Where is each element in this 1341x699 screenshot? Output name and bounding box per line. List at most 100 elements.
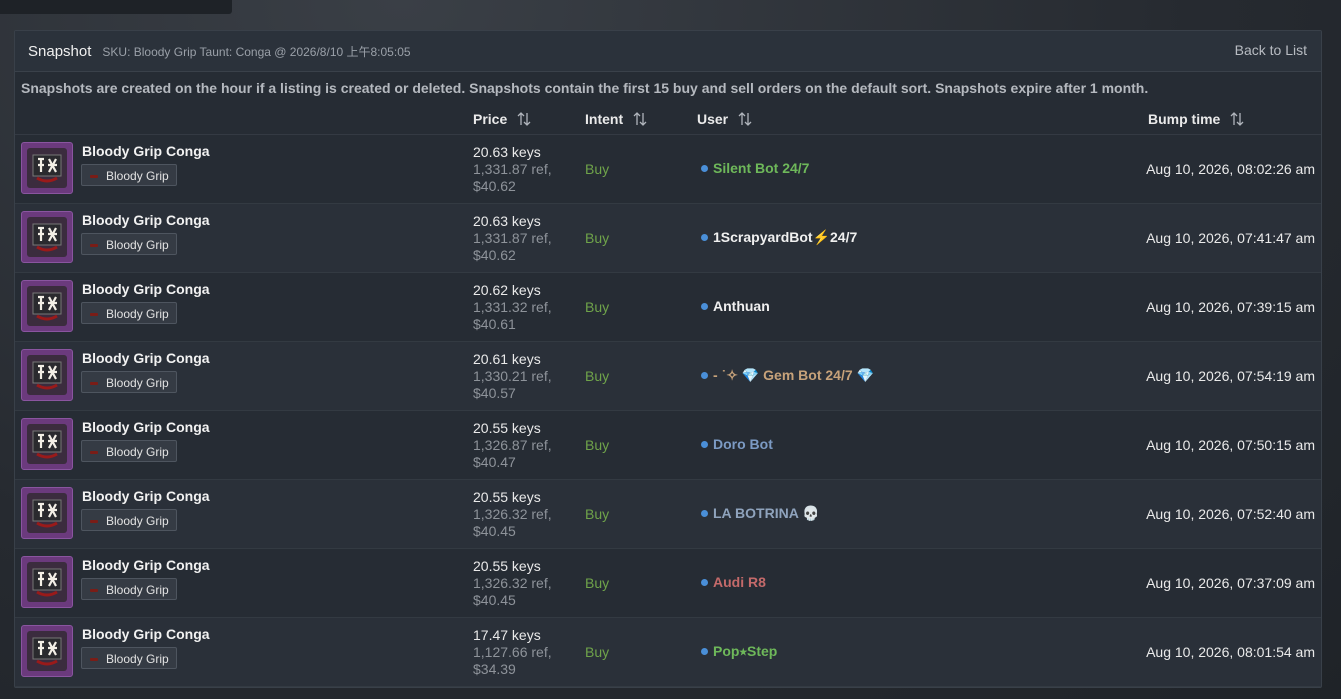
table-row[interactable]: Bloody Grip Conga Bloody Grip 20.55 keys… — [15, 411, 1321, 480]
item-name[interactable]: Bloody Grip Conga — [82, 626, 210, 642]
table-row[interactable]: Bloody Grip Conga Bloody Grip 20.61 keys… — [15, 342, 1321, 411]
intent-label: Buy — [585, 506, 610, 522]
back-to-list-link[interactable]: Back to List — [1235, 42, 1307, 58]
column-user[interactable]: User — [697, 111, 752, 127]
price-keys: 17.47 keys — [473, 627, 541, 643]
conga-taunt-icon — [27, 286, 67, 326]
table-row[interactable]: Bloody Grip Conga Bloody Grip 17.47 keys… — [15, 618, 1321, 687]
table-row[interactable]: Bloody Grip Conga Bloody Grip 20.62 keys… — [15, 273, 1321, 342]
column-bump-time-label: Bump time — [1148, 111, 1221, 127]
user-name[interactable]: Anthuan — [713, 298, 770, 314]
user-name[interactable]: Pop⭑Step — [713, 643, 777, 660]
user-cell[interactable]: Audi R8 — [701, 574, 766, 590]
item-icon[interactable] — [21, 349, 73, 401]
bump-time: Aug 10, 2026, 07:52:40 am — [1146, 506, 1315, 522]
price-cell: 20.55 keys 1,326.32 ref, $40.45 — [473, 558, 552, 609]
paint-label: Bloody Grip — [106, 652, 169, 666]
user-name[interactable]: - ˙✧ 💎 Gem Bot 24/7 💎 — [713, 367, 874, 384]
item-icon[interactable] — [21, 211, 73, 263]
user-name[interactable]: Audi R8 — [713, 574, 766, 590]
table-header: Price Intent User Bump time — [15, 104, 1321, 135]
paint-badge: Bloody Grip — [81, 647, 177, 669]
price-cell: 17.47 keys 1,127.66 ref, $34.39 — [473, 627, 552, 678]
column-price[interactable]: Price — [473, 111, 531, 127]
user-cell[interactable]: Doro Bot — [701, 436, 773, 452]
column-intent[interactable]: Intent — [585, 111, 647, 127]
paint-label: Bloody Grip — [106, 169, 169, 183]
price-usd: $40.45 — [473, 592, 516, 608]
paint-swatch-icon — [90, 313, 98, 316]
user-name[interactable]: 1ScrapyardBot⚡24/7 — [713, 229, 857, 246]
online-status-icon — [701, 372, 708, 379]
user-cell[interactable]: Anthuan — [701, 298, 770, 314]
paint-swatch-icon — [90, 589, 98, 592]
conga-taunt-icon — [27, 562, 67, 602]
item-name[interactable]: Bloody Grip Conga — [82, 143, 210, 159]
online-status-icon — [701, 234, 708, 241]
snapshot-note: Snapshots are created on the hour if a l… — [21, 80, 1149, 96]
user-name[interactable]: Silent Bot 24/7 — [713, 160, 809, 176]
item-icon[interactable] — [21, 280, 73, 332]
paint-label: Bloody Grip — [106, 238, 169, 252]
price-ref: 1,326.32 ref, — [473, 575, 552, 591]
paint-swatch-icon — [90, 382, 98, 385]
table-row[interactable]: Bloody Grip Conga Bloody Grip 20.55 keys… — [15, 549, 1321, 618]
sku-label: SKU: Bloody Grip Taunt: Conga @ 2026/8/1… — [102, 44, 411, 59]
user-cell[interactable]: LA BOTRINA 💀 — [701, 505, 820, 522]
paint-label: Bloody Grip — [106, 307, 169, 321]
paint-badge: Bloody Grip — [81, 578, 177, 600]
user-cell[interactable]: Pop⭑Step — [701, 643, 777, 660]
user-cell[interactable]: Silent Bot 24/7 — [701, 160, 809, 176]
item-name[interactable]: Bloody Grip Conga — [82, 212, 210, 228]
bump-time: Aug 10, 2026, 07:41:47 am — [1146, 230, 1315, 246]
item-icon[interactable] — [21, 556, 73, 608]
paint-label: Bloody Grip — [106, 514, 169, 528]
user-cell[interactable]: - ˙✧ 💎 Gem Bot 24/7 💎 — [701, 367, 874, 384]
online-status-icon — [701, 164, 708, 172]
item-name[interactable]: Bloody Grip Conga — [82, 557, 210, 573]
bump-time: Aug 10, 2026, 07:54:19 am — [1146, 368, 1315, 384]
price-keys: 20.63 keys — [473, 144, 541, 160]
intent-label: Buy — [585, 161, 610, 177]
item-name[interactable]: Bloody Grip Conga — [82, 488, 210, 504]
column-user-label: User — [697, 111, 729, 127]
price-keys: 20.61 keys — [473, 351, 541, 367]
price-keys: 20.55 keys — [473, 489, 541, 505]
user-name[interactable]: LA BOTRINA 💀 — [713, 505, 820, 522]
price-usd: $40.45 — [473, 523, 516, 539]
price-keys: 20.55 keys — [473, 558, 541, 574]
paint-badge: Bloody Grip — [81, 164, 177, 186]
online-status-icon — [701, 510, 708, 517]
user-name[interactable]: Doro Bot — [713, 436, 773, 452]
intent-label: Buy — [585, 437, 610, 453]
item-name[interactable]: Bloody Grip Conga — [82, 419, 210, 435]
bump-time: Aug 10, 2026, 08:01:54 am — [1146, 644, 1315, 660]
item-icon[interactable] — [21, 142, 73, 194]
price-usd: $40.57 — [473, 385, 516, 401]
price-ref: 1,331.32 ref, — [473, 299, 552, 315]
table-row[interactable]: Bloody Grip Conga Bloody Grip 20.55 keys… — [15, 480, 1321, 549]
price-cell: 20.62 keys 1,331.32 ref, $40.61 — [473, 282, 552, 333]
online-status-icon — [701, 648, 708, 655]
table-row[interactable]: Bloody Grip Conga Bloody Grip 20.63 keys… — [15, 204, 1321, 273]
table-row[interactable]: Bloody Grip Conga Bloody Grip 20.63 keys… — [15, 135, 1321, 204]
intent-label: Buy — [585, 368, 610, 384]
price-cell: 20.63 keys 1,331.87 ref, $40.62 — [473, 144, 552, 195]
item-icon[interactable] — [21, 418, 73, 470]
item-name[interactable]: Bloody Grip Conga — [82, 350, 210, 366]
price-ref: 1,326.87 ref, — [473, 437, 552, 453]
item-icon[interactable] — [21, 625, 73, 677]
price-ref: 1,331.87 ref, — [473, 230, 552, 246]
paint-label: Bloody Grip — [106, 376, 169, 390]
paint-swatch-icon — [90, 175, 98, 178]
online-status-icon — [701, 302, 708, 310]
column-bump-time[interactable]: Bump time — [1148, 111, 1244, 127]
item-icon[interactable] — [21, 487, 73, 539]
item-name[interactable]: Bloody Grip Conga — [82, 281, 210, 297]
conga-taunt-icon — [27, 493, 67, 533]
price-ref: 1,326.32 ref, — [473, 506, 552, 522]
price-cell: 20.55 keys 1,326.87 ref, $40.47 — [473, 420, 552, 471]
price-cell: 20.55 keys 1,326.32 ref, $40.45 — [473, 489, 552, 540]
bump-time: Aug 10, 2026, 08:02:26 am — [1146, 161, 1315, 177]
user-cell[interactable]: 1ScrapyardBot⚡24/7 — [701, 229, 857, 246]
